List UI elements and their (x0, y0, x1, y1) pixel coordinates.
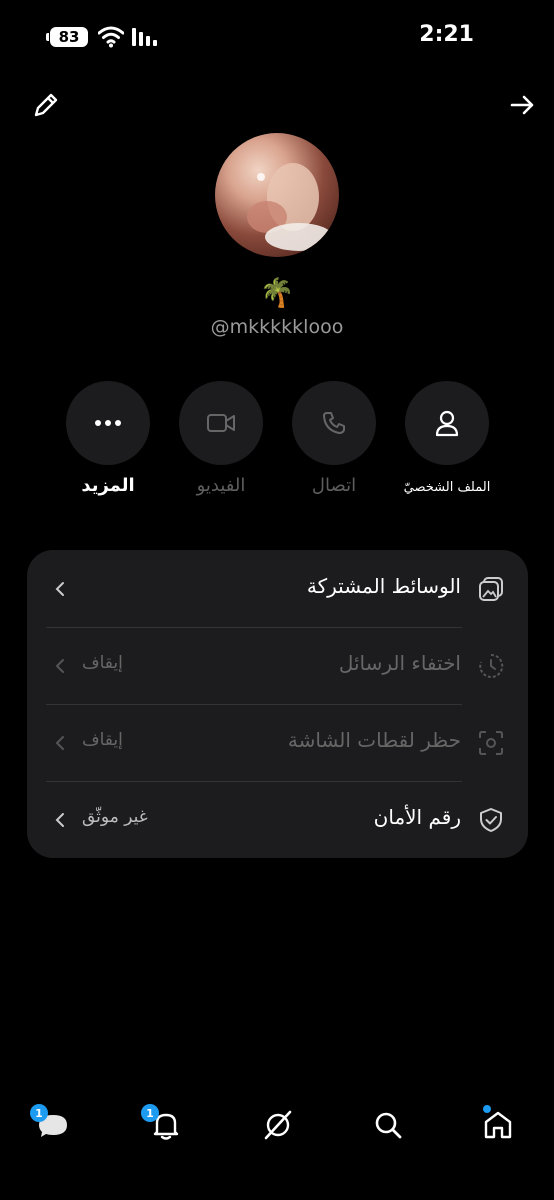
settings-row-value: غير موثّق (82, 807, 148, 827)
forward-arrow-icon[interactable] (508, 90, 538, 120)
video-call-button[interactable]: الفيديو (179, 381, 263, 496)
messages-badge: 1 (30, 1104, 48, 1122)
home-unread-dot (483, 1105, 491, 1113)
more-button[interactable]: المزيد (66, 381, 150, 496)
phone-icon (323, 412, 345, 434)
nav-home[interactable] (481, 1105, 515, 1142)
settings-row-disappearing-messages[interactable]: اختفاء الرسائل إيقاف (27, 627, 528, 704)
battery-indicator: 83 (46, 27, 88, 47)
settings-row-value: إيقاف (82, 653, 123, 673)
edit-pencil-icon[interactable] (31, 90, 61, 120)
username: @mkkkkklooo (210, 316, 344, 338)
media-icon (479, 577, 503, 601)
voice-call-button[interactable]: اتصال (292, 381, 376, 496)
search-icon (375, 1112, 402, 1139)
more-icon (95, 420, 121, 426)
profile-button[interactable]: الملف الشخصيّ (404, 381, 490, 495)
grok-icon (264, 1110, 292, 1140)
nav-explore[interactable] (261, 1108, 295, 1142)
screenshot-icon (479, 731, 503, 755)
video-icon (207, 414, 235, 432)
avatar-photo (247, 163, 333, 251)
settings-row-title: حظر لقطات الشاشة (287, 728, 461, 752)
timer-icon (479, 653, 504, 678)
chevron-left-icon (55, 659, 64, 673)
profile-label: الملف الشخصيّ (403, 480, 491, 495)
nav-messages[interactable]: 1 (30, 1104, 70, 1142)
chevron-left-icon (55, 813, 64, 827)
settings-row-shared-media[interactable]: الوسائط المشتركة (27, 550, 528, 627)
nav-notifications[interactable]: 1 (141, 1104, 183, 1142)
settings-row-safety-number[interactable]: رقم الأمان غير موثّق (27, 781, 528, 858)
settings-row-screenshot-block[interactable]: حظر لقطات الشاشة إيقاف (27, 704, 528, 781)
status-time: 2:21 (419, 22, 474, 47)
chevron-left-icon (55, 736, 64, 750)
signal-icon (132, 28, 157, 46)
shield-icon (480, 808, 502, 832)
wifi-icon (98, 26, 124, 48)
battery-level: 83 (58, 28, 80, 46)
profile-emoji: 🌴 (259, 276, 295, 309)
settings-row-value: إيقاف (82, 730, 123, 750)
settings-row-title: اختفاء الرسائل (338, 651, 461, 675)
nav-search[interactable] (371, 1108, 405, 1142)
avatar[interactable] (215, 133, 339, 257)
settings-row-title: رقم الأمان (373, 805, 461, 829)
notifications-badge: 1 (141, 1104, 159, 1122)
home-icon (484, 1111, 512, 1139)
settings-row-title: الوسائط المشتركة (306, 574, 461, 598)
profile-icon (435, 410, 459, 437)
chevron-left-icon (55, 582, 64, 596)
